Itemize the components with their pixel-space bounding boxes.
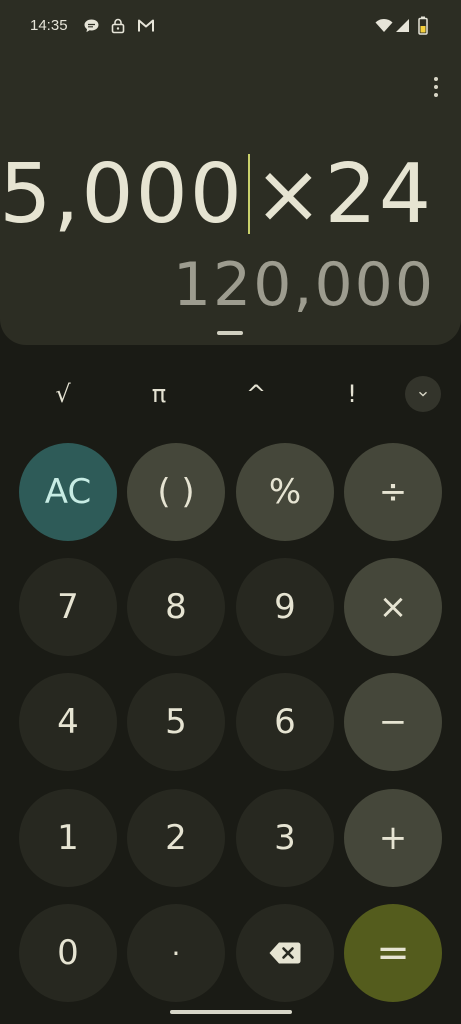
percent-button[interactable]: % [236, 443, 334, 541]
equals-button[interactable]: = [344, 904, 442, 1002]
digit-1-button[interactable]: 1 [19, 789, 117, 887]
digit-4-button[interactable]: 4 [19, 673, 117, 771]
digit-0-button[interactable]: 0 [19, 904, 117, 1002]
result-preview: 120,000 [172, 250, 435, 320]
digit-8-button[interactable]: 8 [127, 558, 225, 656]
parentheses-button[interactable]: ( ) [127, 443, 225, 541]
cell-signal-icon [396, 19, 409, 32]
drag-handle[interactable] [217, 331, 243, 335]
expand-button[interactable] [405, 376, 441, 412]
sqrt-button[interactable]: √ [33, 372, 93, 416]
digit-6-button[interactable]: 6 [236, 673, 334, 771]
minus-button[interactable]: − [344, 673, 442, 771]
digit-7-button[interactable]: 7 [19, 558, 117, 656]
overflow-menu-icon[interactable] [424, 74, 448, 100]
status-bar: 14:35 [0, 0, 461, 56]
digit-9-button[interactable]: 9 [236, 558, 334, 656]
gesture-nav-handle[interactable] [170, 1010, 292, 1014]
power-button[interactable]: ^ [226, 372, 286, 416]
display-panel: 14:35 5,000 ×24 120,000 [0, 0, 461, 345]
digit-3-button[interactable]: 3 [236, 789, 334, 887]
multiply-button[interactable]: × [344, 558, 442, 656]
gmail-icon [138, 19, 154, 32]
backspace-button[interactable] [236, 904, 334, 1002]
decimal-button[interactable]: · [127, 904, 225, 1002]
wifi-icon [375, 18, 393, 32]
clear-button[interactable]: AC [19, 443, 117, 541]
plus-button[interactable]: + [344, 789, 442, 887]
digit-2-button[interactable]: 2 [127, 789, 225, 887]
backspace-icon [269, 942, 301, 964]
chevron-down-icon [419, 391, 427, 397]
text-cursor [247, 154, 250, 234]
lock-icon [111, 18, 125, 34]
chat-bubble-icon [84, 19, 99, 33]
expression-display[interactable]: 5,000 ×24 [0, 146, 433, 242]
digit-5-button[interactable]: 5 [127, 673, 225, 771]
factorial-button[interactable]: ! [322, 372, 382, 416]
expression-right: ×24 [253, 146, 433, 242]
divide-button[interactable]: ÷ [344, 443, 442, 541]
pi-button[interactable]: π [129, 372, 189, 416]
expression-left: 5,000 [0, 146, 244, 242]
calculator-screen: 14:35 5,000 ×24 120,000 √ π ^ ! AC () %… [0, 0, 461, 1024]
battery-icon [418, 16, 428, 35]
status-time: 14:35 [30, 17, 68, 34]
